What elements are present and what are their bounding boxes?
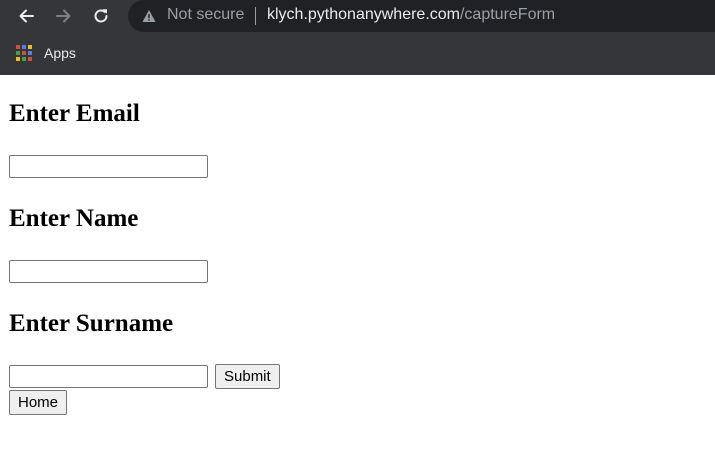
warning-icon[interactable] bbox=[142, 9, 156, 23]
bookmark-apps-label: Apps bbox=[44, 45, 76, 61]
submit-button[interactable]: Submit bbox=[215, 364, 280, 389]
email-heading: Enter Email bbox=[9, 100, 140, 127]
name-input[interactable] bbox=[9, 260, 208, 283]
forward-button[interactable] bbox=[52, 4, 76, 28]
email-input[interactable] bbox=[9, 155, 208, 178]
bookmark-apps[interactable]: Apps bbox=[16, 45, 76, 61]
page-content: Enter Email Enter Name Enter Surname Sub… bbox=[0, 75, 715, 449]
arrow-right-icon bbox=[56, 9, 71, 23]
arrow-left-icon bbox=[19, 9, 34, 23]
url-path: /captureForm bbox=[459, 6, 556, 23]
bookmarks-bar: Apps bbox=[0, 32, 715, 75]
name-heading: Enter Name bbox=[9, 205, 139, 232]
home-button[interactable]: Home bbox=[9, 390, 68, 415]
reload-icon bbox=[94, 9, 108, 23]
apps-grid-icon bbox=[16, 45, 32, 61]
browser-chrome: Not secure klych.pythonanywhere.com/capt… bbox=[0, 0, 715, 75]
url-text[interactable]: klych.pythonanywhere.com/captureForm bbox=[267, 6, 555, 24]
url-host: klych.pythonanywhere.com bbox=[267, 6, 460, 23]
surname-heading: Enter Surname bbox=[9, 310, 174, 337]
address-separator bbox=[255, 7, 256, 25]
reload-button[interactable] bbox=[89, 4, 113, 28]
security-label[interactable]: Not secure bbox=[167, 6, 244, 24]
browser-toolbar: Not secure klych.pythonanywhere.com/capt… bbox=[0, 0, 715, 32]
address-bar[interactable]: Not secure klych.pythonanywhere.com/capt… bbox=[128, 0, 715, 32]
back-button[interactable] bbox=[14, 4, 38, 28]
surname-input[interactable] bbox=[9, 365, 208, 388]
